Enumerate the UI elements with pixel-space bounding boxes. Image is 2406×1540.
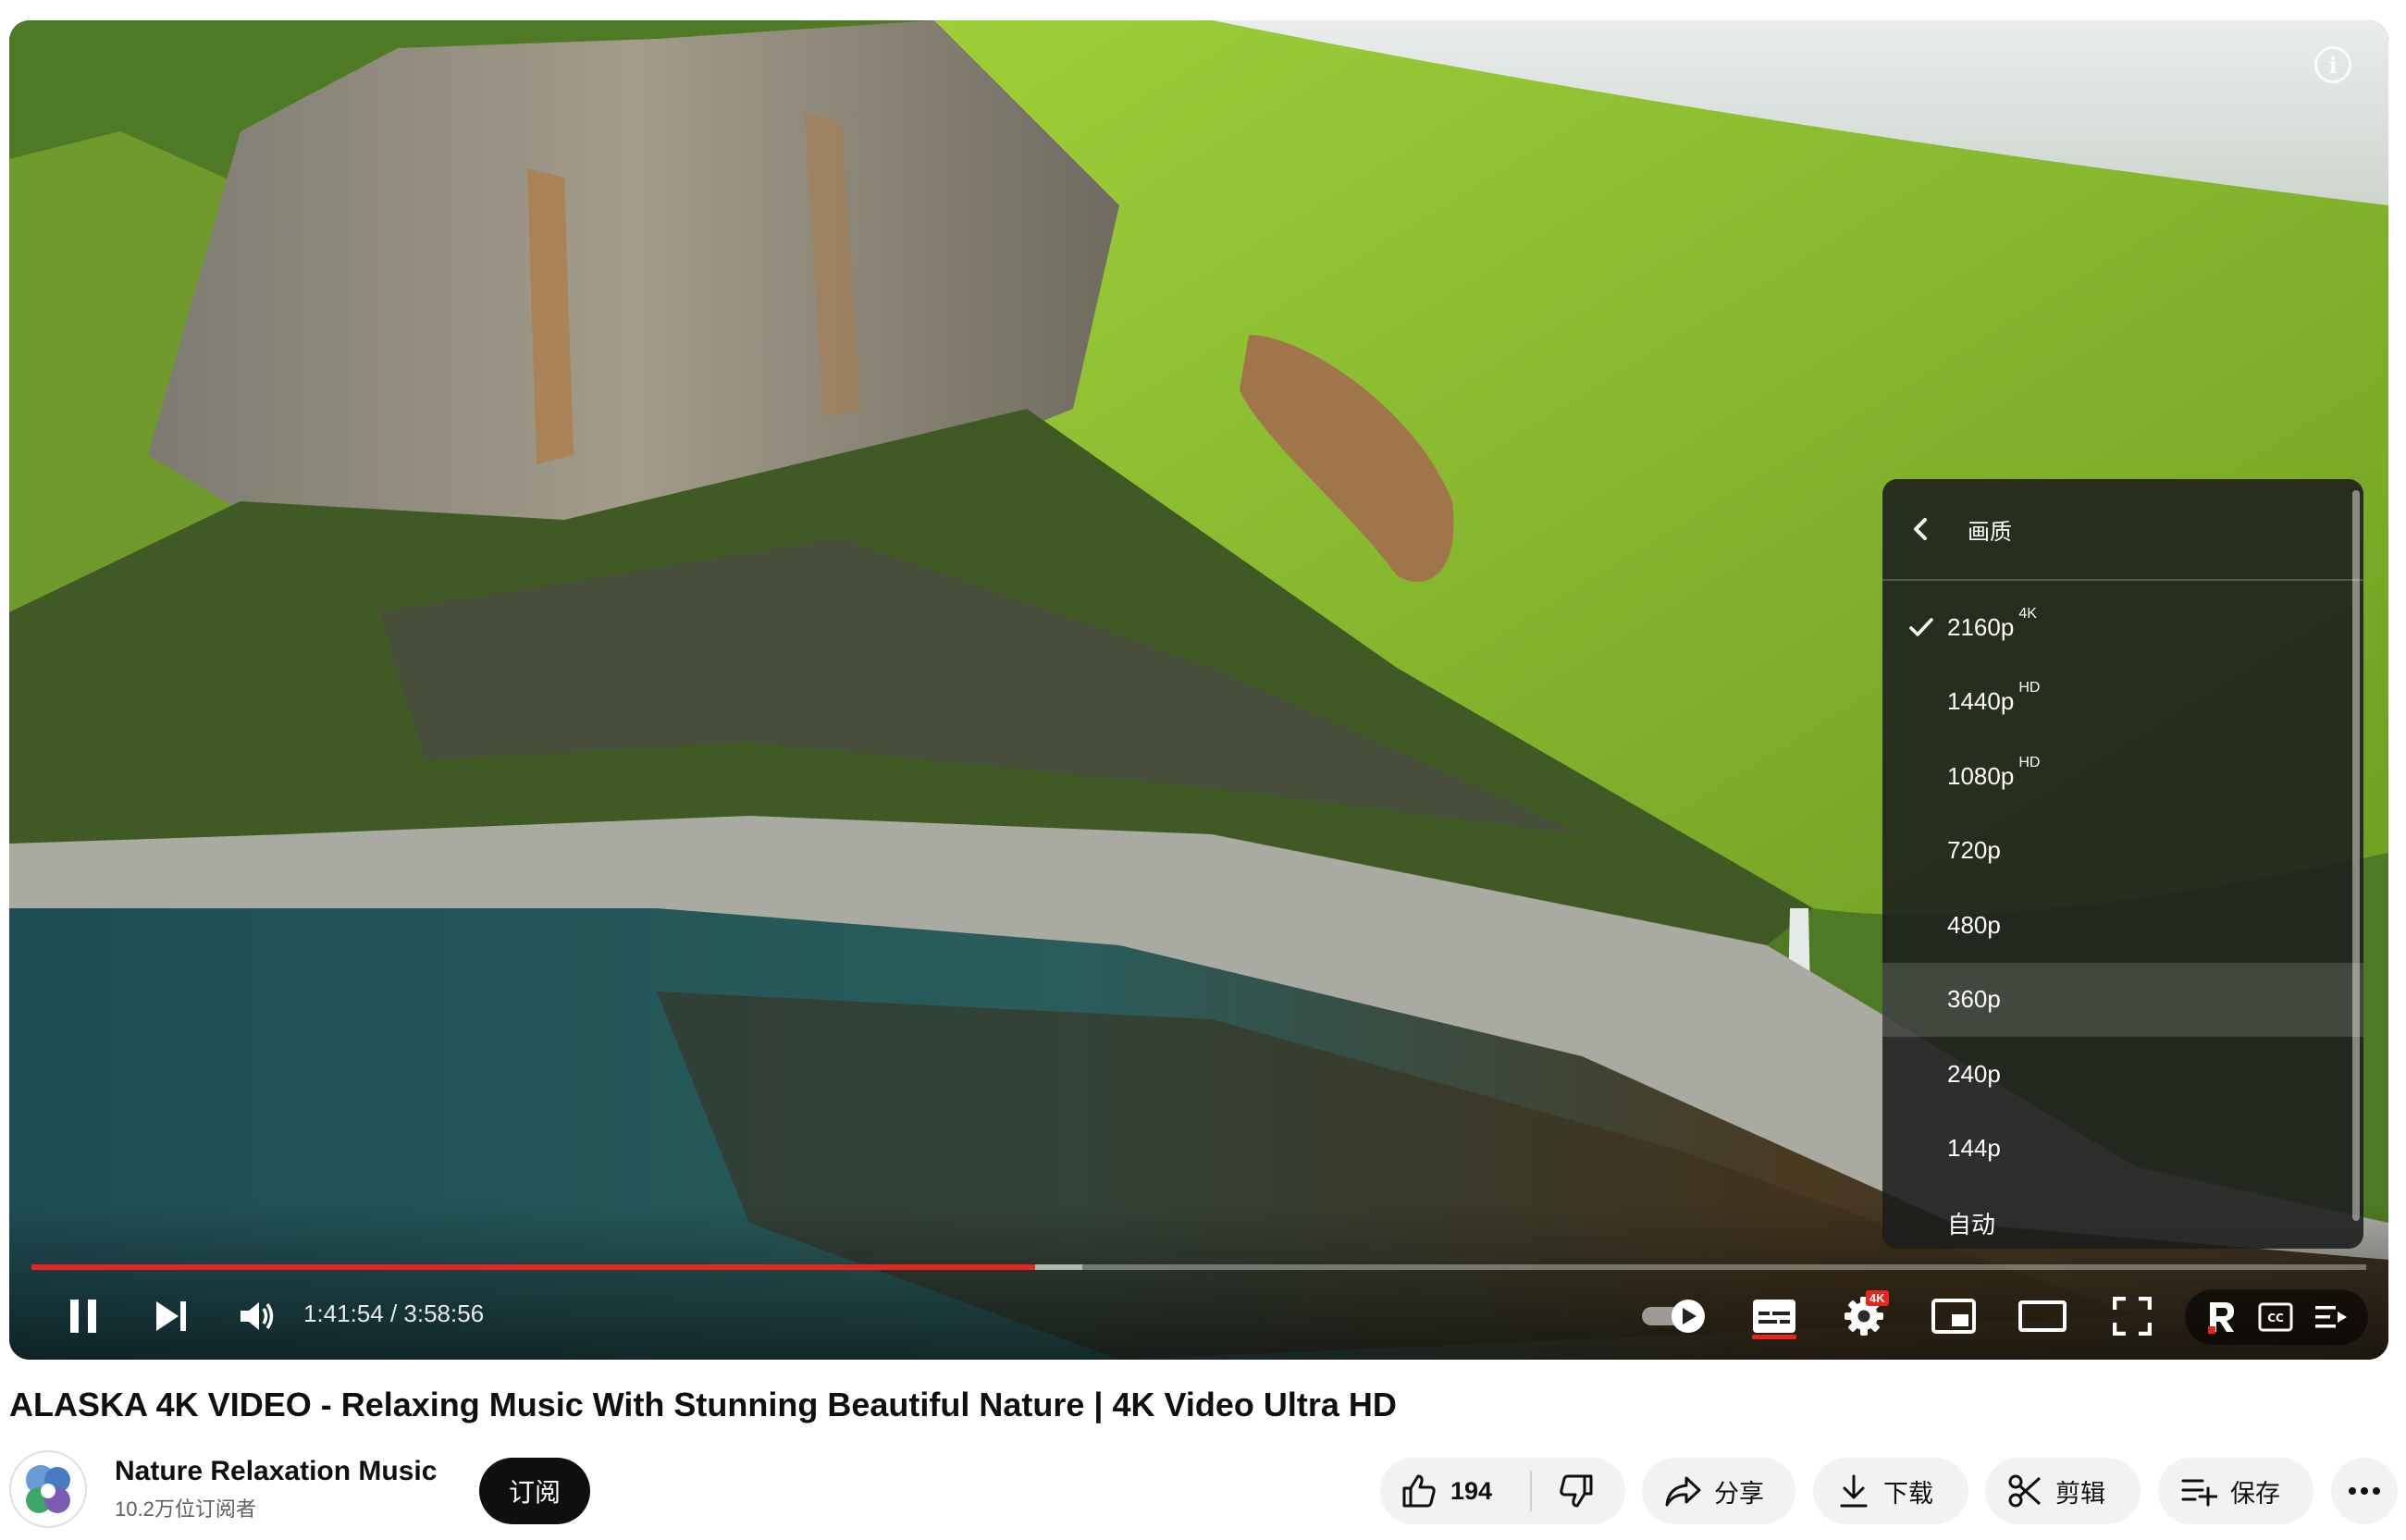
quality-option-1080p[interactable]: 1080p HD [1882, 739, 2363, 814]
subtitles-icon [1753, 1300, 1795, 1333]
quality-option-1440p[interactable]: 1440p HD [1882, 665, 2363, 740]
pause-icon [70, 1300, 96, 1333]
quality-option-2160p[interactable]: 2160p 4K [1882, 590, 2363, 665]
quality-option-360p[interactable]: 360p [1882, 962, 2363, 1037]
quality-label: 360p [1947, 985, 2001, 1014]
autoplay-toggle[interactable] [1637, 1292, 1711, 1340]
settings-quality-badge: 4K [1866, 1290, 1889, 1306]
svg-text:CC: CC [2267, 1312, 2284, 1324]
quality-option-720p[interactable]: 720p [1882, 814, 2363, 889]
quality-menu-title: 画质 [1968, 519, 2012, 545]
share-icon [1665, 1476, 1701, 1507]
dislike-icon [1560, 1474, 1593, 1508]
playlist-icon[interactable] [2313, 1302, 2349, 1332]
volume-button[interactable] [229, 1292, 285, 1340]
quality-badge: HD [2018, 680, 2041, 696]
save-label: 保存 [2230, 1479, 2280, 1508]
check-icon [1909, 618, 1933, 636]
like-dislike-group: 194 [1380, 1458, 1625, 1524]
like-count: 194 [1450, 1476, 1493, 1505]
extension-controls: CC [2185, 1289, 2368, 1345]
subscribe-button[interactable]: 订阅 [479, 1458, 590, 1524]
quality-badge: 4K [2018, 605, 2037, 622]
share-label: 分享 [1714, 1479, 1764, 1508]
share-button[interactable]: 分享 [1642, 1458, 1795, 1524]
quality-option-240p[interactable]: 240p [1882, 1037, 2363, 1112]
like-button[interactable]: 194 [1400, 1472, 1530, 1509]
quality-menu-header[interactable]: 画质 [1882, 479, 2363, 581]
quality-menu: 画质 2160p 4K 1440p HD 1080p HD 720p 480p 360… [1882, 479, 2363, 1249]
download-label: 下载 [1883, 1479, 1933, 1508]
back-button[interactable] [1910, 515, 1958, 543]
clip-label: 剪辑 [2055, 1479, 2105, 1508]
progress-bar[interactable] [31, 1264, 2366, 1270]
miniplayer-button[interactable] [1926, 1292, 1981, 1340]
quality-label: 1440p [1947, 687, 2015, 716]
dislike-button[interactable] [1558, 1472, 1595, 1509]
settings-button[interactable]: 4K [1836, 1290, 1892, 1340]
quality-option-auto[interactable]: 自动 [1882, 1186, 2363, 1249]
quality-label: 720p [1947, 836, 2001, 865]
avatar[interactable] [9, 1450, 87, 1528]
subscriber-count: 10.2万位订阅者 [115, 1497, 256, 1521]
theater-icon [2018, 1300, 2067, 1332]
quality-label: 自动 [1947, 1210, 1996, 1238]
channel-info: Nature Relaxation Music 10.2万位订阅者 [9, 1450, 437, 1528]
r-logo-icon[interactable] [2204, 1299, 2238, 1336]
subtitles-active-indicator [1752, 1335, 1796, 1339]
quality-menu-scrollbar[interactable] [2352, 490, 2360, 1221]
more-icon [2349, 1487, 2380, 1495]
pause-button[interactable] [56, 1292, 111, 1340]
fullscreen-button[interactable] [2104, 1292, 2160, 1340]
quality-label: 2160p [1947, 612, 2015, 641]
next-icon [156, 1301, 186, 1331]
subtitles-button[interactable] [1746, 1292, 1802, 1340]
progress-played [31, 1264, 1036, 1270]
quality-label: 1080p [1947, 761, 2015, 790]
quality-options: 2160p 4K 1440p HD 1080p HD 720p 480p 360p 2… [1882, 581, 2363, 1249]
time-display: 1:41:54 / 3:58:56 [303, 1300, 485, 1327]
fullscreen-icon [2113, 1297, 2152, 1336]
miniplayer-icon [1931, 1299, 1976, 1334]
video-title: ALASKA 4K VIDEO - Relaxing Music With St… [9, 1386, 1397, 1423]
theater-button[interactable] [2015, 1292, 2070, 1340]
more-actions-button[interactable] [2331, 1458, 2398, 1524]
quality-label: 480p [1947, 910, 2001, 939]
clip-button[interactable]: 剪辑 [1985, 1458, 2141, 1524]
channel-name[interactable]: Nature Relaxation Music [115, 1456, 437, 1487]
download-icon [1840, 1474, 1868, 1508]
scissors-icon [2008, 1474, 2042, 1508]
info-icon[interactable]: i [2314, 46, 2351, 83]
quality-label: 144p [1947, 1134, 2001, 1163]
quality-badge: HD [2018, 754, 2041, 770]
cc-icon[interactable]: CC [2258, 1302, 2293, 1332]
download-button[interactable]: 下载 [1813, 1458, 1968, 1524]
like-divider [1530, 1471, 1532, 1511]
volume-icon [241, 1302, 274, 1330]
autoplay-toggle-icon [1642, 1300, 1705, 1333]
save-button[interactable]: 保存 [2158, 1458, 2313, 1524]
back-chevron-icon [1914, 518, 1927, 540]
quality-option-480p[interactable]: 480p [1882, 888, 2363, 963]
next-button[interactable] [143, 1292, 199, 1340]
like-icon [1402, 1474, 1436, 1508]
quality-option-144p[interactable]: 144p [1882, 1112, 2363, 1187]
save-playlist-icon [2181, 1479, 2217, 1507]
quality-label: 240p [1947, 1059, 2001, 1088]
